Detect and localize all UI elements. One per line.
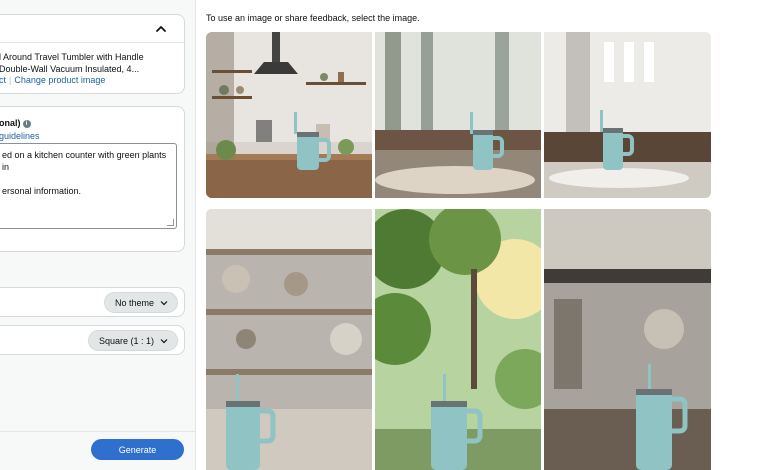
aspect-ratio-dropdown[interactable]: Square (1 : 1) xyxy=(87,330,178,351)
chevron-up-icon[interactable] xyxy=(154,23,168,35)
footer-divider xyxy=(0,431,195,432)
theme-value: No theme xyxy=(114,297,154,308)
guidelines-link[interactable]: guidelines xyxy=(0,131,40,141)
card-divider xyxy=(0,42,184,43)
chevron-down-icon xyxy=(160,338,168,343)
prompt-text: ed on a kitchen counter with green plant… xyxy=(2,150,167,172)
theme-row: No theme xyxy=(0,287,185,317)
aspect-ratio-value: Square (1 : 1) xyxy=(98,335,154,346)
change-product-image-link[interactable]: Change product image xyxy=(14,75,105,85)
generate-button[interactable]: Generate xyxy=(91,439,184,460)
product-card: l Around Travel Tumbler with Handle Doub… xyxy=(0,14,185,94)
product-title: l Around Travel Tumbler with Handle Doub… xyxy=(0,52,144,74)
generated-image-shelves[interactable] xyxy=(206,209,372,470)
pii-note: ersonal information. xyxy=(2,186,82,196)
prompt-card: onal) i guidelines ed on a kitchen counte… xyxy=(0,106,185,252)
resize-handle[interactable] xyxy=(167,219,174,226)
generated-image-cafe[interactable] xyxy=(375,32,541,198)
select-product-link[interactable]: ct xyxy=(0,75,6,85)
generated-image-restaurant[interactable] xyxy=(544,32,711,198)
prompt-label-text: onal) xyxy=(0,118,21,128)
aspect-ratio-row: Square (1 : 1) xyxy=(0,325,185,355)
prompt-label: onal) i xyxy=(0,118,31,128)
link-separator: | xyxy=(9,75,12,85)
prompt-textarea[interactable]: ed on a kitchen counter with green plant… xyxy=(0,143,177,229)
generated-image-kitchen[interactable] xyxy=(206,32,372,198)
chevron-down-icon xyxy=(160,300,168,305)
generated-image-outdoor[interactable] xyxy=(375,209,541,470)
theme-dropdown[interactable]: No theme xyxy=(103,292,178,313)
info-icon[interactable]: i xyxy=(22,120,31,128)
gallery-instruction: To use an image or share feedback, selec… xyxy=(206,13,420,23)
generated-image-interior[interactable] xyxy=(544,209,711,470)
settings-panel: l Around Travel Tumbler with Handle Doub… xyxy=(0,0,196,470)
product-links: ct|Change product image xyxy=(0,75,105,85)
